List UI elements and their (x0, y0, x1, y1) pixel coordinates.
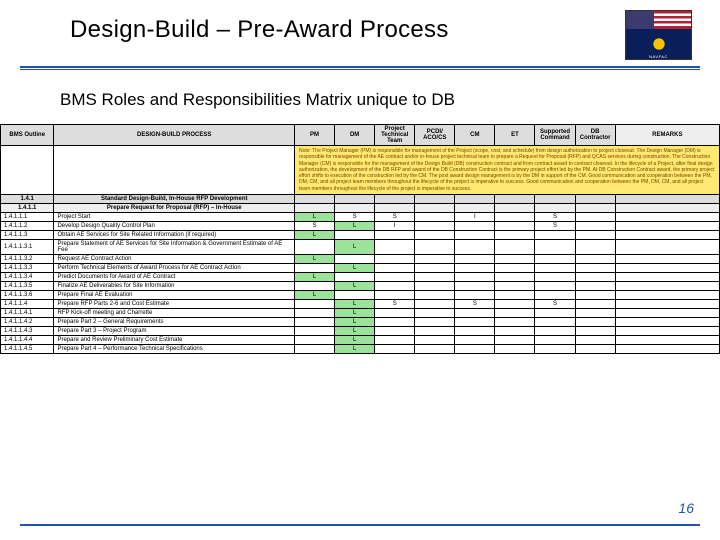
table-row: 1.4.1.1.3.6Prepare Final AE EvaluationL (1, 290, 720, 299)
table-row: 1.4.1.1.1Project StartLSSIS (1, 212, 720, 221)
col-pm: PM (295, 125, 335, 146)
table-row: 1.4.1.1.3.4Predict Documents for Award o… (1, 272, 720, 281)
table-row: 1.4.1.1.3Obtain AE Services for Site Rel… (1, 230, 720, 239)
page-number: 16 (678, 500, 694, 516)
header-divider (20, 66, 700, 68)
col-et: ET (495, 125, 535, 146)
col-process: DESIGN-BUILD PROCESS (54, 125, 295, 146)
col-outline: BMS Outline (1, 125, 54, 146)
table-row: 1.4.1.1.4.4Prepare and Review Preliminar… (1, 335, 720, 344)
footer (20, 524, 700, 526)
page-title: Design-Build – Pre-Award Process (70, 10, 625, 44)
table-row: 1.4.1.1.4.3Prepare Part 3 – Project Prog… (1, 326, 720, 335)
table-row: 1.4.1.1.2Develop Design Quality Control … (1, 221, 720, 230)
table-row: 1.4.1.1.4.5Prepare Part 4 – Performance … (1, 344, 720, 353)
table-row: 1.4.1.1.4.2Prepare Part 2 – General Requ… (1, 317, 720, 326)
navfac-logo: NAVFAC (625, 10, 692, 60)
table-row: 1.4.1.1.3.5Finalize AE Deliverables for … (1, 281, 720, 290)
table-row: 1.4.1.1.3.3Perform Technical Elements of… (1, 263, 720, 272)
section-row: 1.4.1 Standard Design-Build, In-House RF… (1, 194, 720, 203)
table-row: 1.4.1.1.4Prepare RFP Parts 2-6 and Cost … (1, 299, 720, 308)
col-dbc: DB Contractor (575, 125, 615, 146)
flag-icon (626, 11, 691, 29)
note-block: Note: The Project Manager (PM) is respon… (295, 146, 720, 195)
col-ptt: Project Technical Team (375, 125, 415, 146)
emblem-icon: NAVFAC (626, 29, 691, 59)
table-header-row: BMS Outline DESIGN-BUILD PROCESS PM DM P… (1, 125, 720, 146)
matrix-table-wrap: BMS Outline DESIGN-BUILD PROCESS PM DM P… (0, 110, 720, 354)
subsection-row: 1.4.1.1 Prepare Request for Proposal (RF… (1, 203, 720, 212)
footer-divider (20, 524, 700, 526)
matrix-table: BMS Outline DESIGN-BUILD PROCESS PM DM P… (0, 124, 720, 354)
table-row: 1.4.1.1.4.1RFP Kick-off meeting and Char… (1, 308, 720, 317)
table-row: 1.4.1.1.3.1Prepare Statement of AE Servi… (1, 239, 720, 254)
table-row: 1.4.1.1.3.2Request AE Contract ActionL (1, 254, 720, 263)
col-cm: CM (455, 125, 495, 146)
subtitle: BMS Roles and Responsibilities Matrix un… (0, 70, 720, 110)
col-pcdi: PCDI/ ACO/CS (415, 125, 455, 146)
col-remarks: REMARKS (615, 125, 719, 146)
col-sc: Supported Command (535, 125, 575, 146)
col-dm: DM (335, 125, 375, 146)
